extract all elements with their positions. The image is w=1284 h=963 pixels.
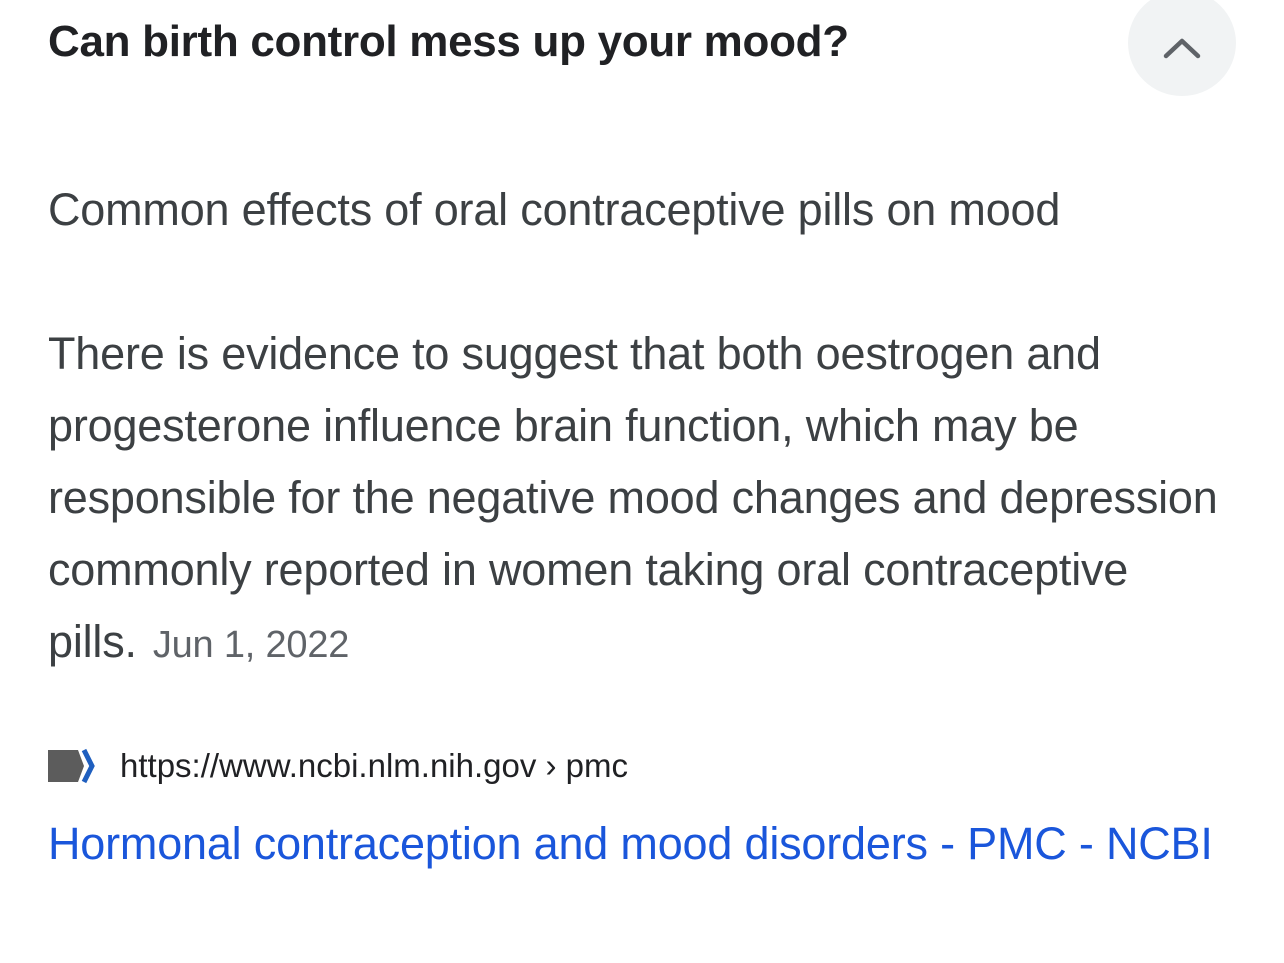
question-heading[interactable]: Can birth control mess up your mood? (48, 12, 849, 72)
ncbi-logo-icon (48, 748, 95, 784)
answer-heading: Common effects of oral contraceptive pil… (48, 184, 1061, 235)
result-title-link[interactable]: Hormonal contraception and mood disorder… (48, 806, 1248, 882)
collapse-button[interactable] (1128, 0, 1236, 96)
snippet-date: Jun 1, 2022 (152, 624, 350, 666)
answer-snippet: There is evidence to suggest that both o… (48, 318, 1238, 681)
source-url[interactable]: https://www.ncbi.nlm.nih.gov › pmc (120, 747, 628, 785)
source-row[interactable]: https://www.ncbi.nlm.nih.gov › pmc (48, 742, 628, 790)
chevron-up-icon (1163, 38, 1201, 59)
snippet-text: There is evidence to suggest that both o… (48, 328, 1218, 667)
